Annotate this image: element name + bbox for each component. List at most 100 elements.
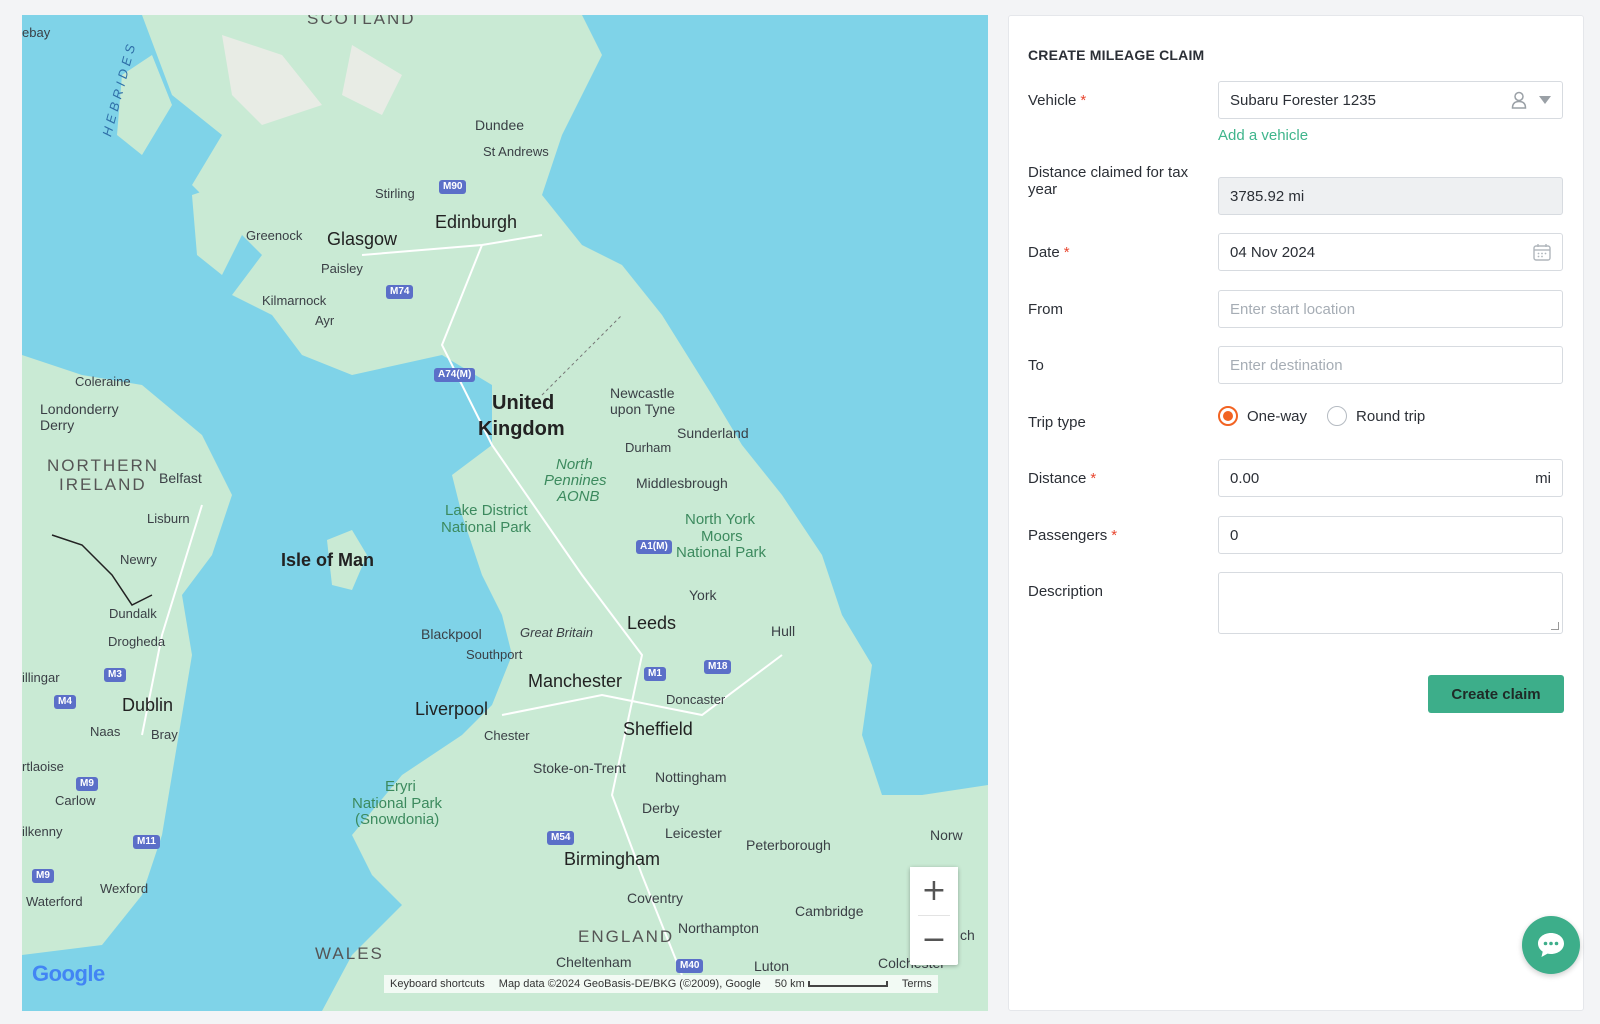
road-shield-a1m: A1(M) xyxy=(636,540,672,554)
map-label-eryri-3: (Snowdonia) xyxy=(355,811,440,828)
passengers-input[interactable]: 0 xyxy=(1218,516,1563,554)
map-label-cambridge: Cambridge xyxy=(795,903,864,919)
map-label-belfast: Belfast xyxy=(159,470,202,486)
map-label-stoke: Stoke-on-Trent xyxy=(533,760,626,776)
distance-label: Distance * xyxy=(1028,470,1208,487)
keyboard-shortcuts-link[interactable]: Keyboard shortcuts xyxy=(390,978,485,990)
passengers-label-text: Passengers xyxy=(1028,527,1108,544)
map-label-derry: Derry xyxy=(40,417,75,433)
road-shield-m1: M1 xyxy=(644,667,666,681)
map-label-eryri-2: National Park xyxy=(352,795,443,812)
map-label-lake-district-1: Lake District xyxy=(445,502,528,519)
to-input[interactable]: Enter destination xyxy=(1218,346,1563,384)
map-label-doncaster: Doncaster xyxy=(666,692,726,707)
map-label-dundalk: Dundalk xyxy=(109,606,157,621)
map-label-kilmarnock: Kilmarnock xyxy=(262,293,327,308)
zoom-in-button[interactable]: + xyxy=(910,867,958,915)
road-shield-m40: M40 xyxy=(676,959,704,973)
radio-selected-icon xyxy=(1218,406,1238,426)
road-shield-m74: M74 xyxy=(386,285,414,299)
map-label-luton: Luton xyxy=(754,958,790,974)
zoom-controls: + − xyxy=(910,867,958,965)
map-label-ireland: IRELAND xyxy=(59,475,147,494)
user-icon xyxy=(1511,91,1527,109)
map-label-ebay: ebay xyxy=(22,25,51,40)
distance-unit: mi xyxy=(1535,469,1551,487)
to-placeholder: Enter destination xyxy=(1230,356,1343,374)
map-label-liverpool: Liverpool xyxy=(415,699,489,719)
chevron-down-icon xyxy=(1539,96,1551,104)
to-label: To xyxy=(1028,357,1044,374)
map-label-eryri-1: Eryri xyxy=(385,778,416,795)
map-label-england: ENGLAND xyxy=(578,927,675,946)
map-label-ayr: Ayr xyxy=(315,313,335,328)
round-trip-label: Round trip xyxy=(1356,407,1426,425)
map-label-manchester: Manchester xyxy=(528,671,623,691)
google-logo-text: Google xyxy=(32,961,105,986)
trip-type-label: Trip type xyxy=(1028,414,1086,431)
map[interactable]: SCOTLAND HEBRIDES ebay Dundee St Andrews… xyxy=(22,15,988,1011)
map-label-north-york-2: Moors xyxy=(701,528,743,545)
map-label-kilkenny: ilkenny xyxy=(22,824,63,839)
map-label-southport: Southport xyxy=(466,647,523,662)
terms-link[interactable]: Terms xyxy=(902,978,932,990)
map-label-sheffield: Sheffield xyxy=(623,719,693,739)
passengers-value: 0 xyxy=(1230,526,1239,544)
passengers-label: Passengers * xyxy=(1028,527,1208,544)
map-scale-label: 50 km xyxy=(774,978,805,990)
resize-handle-icon[interactable] xyxy=(1551,622,1559,630)
map-label-dundee: Dundee xyxy=(475,117,525,133)
distance-label-text: Distance xyxy=(1028,470,1087,487)
vehicle-select[interactable]: Subaru Forester 1235 xyxy=(1218,81,1563,119)
trip-type-radio-group: One-way Round trip xyxy=(1218,406,1445,426)
map-label-northampton: Northampton xyxy=(678,920,759,936)
map-label-north-york-3: National Park xyxy=(676,544,767,561)
map-label-coleraine: Coleraine xyxy=(75,374,131,389)
description-textarea[interactable] xyxy=(1218,572,1563,634)
date-field[interactable]: 04 Nov 2024 xyxy=(1218,233,1563,271)
calendar-icon[interactable] xyxy=(1533,243,1551,261)
required-marker: * xyxy=(1080,92,1087,109)
map-label-hull: Hull xyxy=(771,623,796,639)
map-scale[interactable]: 50 km xyxy=(775,978,888,990)
map-label-upon-tyne: upon Tyne xyxy=(610,401,676,417)
road-shield-m54: M54 xyxy=(547,831,575,845)
map-label-waterford: Waterford xyxy=(26,894,83,909)
trip-type-round-trip[interactable]: Round trip xyxy=(1327,406,1425,426)
map-label-mullingar: illingar xyxy=(22,670,60,685)
map-label-wales: WALES xyxy=(315,944,384,963)
create-claim-button[interactable]: Create claim xyxy=(1428,675,1564,713)
google-logo[interactable]: Google xyxy=(32,961,105,987)
road-shield-m3: M3 xyxy=(104,668,126,682)
add-vehicle-link[interactable]: Add a vehicle xyxy=(1218,127,1308,144)
trip-type-one-way[interactable]: One-way xyxy=(1218,406,1307,426)
zoom-out-button[interactable]: − xyxy=(910,916,958,964)
map-label-blackpool: Blackpool xyxy=(421,626,482,642)
date-label: Date * xyxy=(1028,244,1208,261)
road-shield-m9-a: M9 xyxy=(76,777,98,791)
map-label-leeds: Leeds xyxy=(627,613,677,633)
road-shield-m11: M11 xyxy=(133,835,160,849)
chat-bubble-icon xyxy=(1538,933,1564,957)
chat-button[interactable] xyxy=(1522,916,1580,974)
distance-input[interactable]: 0.00 mi xyxy=(1218,459,1563,497)
panel-title: CREATE MILEAGE CLAIM xyxy=(1028,47,1205,63)
map-label-ch: ch xyxy=(960,927,975,943)
map-label-londonderry: Londonderry xyxy=(40,401,119,417)
distance-tax-value: 3785.92 mi xyxy=(1230,187,1305,205)
map-label-bray: Bray xyxy=(151,727,178,742)
date-value: 04 Nov 2024 xyxy=(1230,243,1316,261)
map-label-cheltenham: Cheltenham xyxy=(556,954,632,970)
vehicle-label: Vehicle * xyxy=(1028,92,1208,109)
map-label-isle-of-man: Isle of Man xyxy=(281,550,375,570)
map-label-paisley: Paisley xyxy=(321,261,363,276)
map-label-scotland: SCOTLAND xyxy=(307,15,416,28)
road-shield-a74m: A74(M) xyxy=(434,368,476,382)
distance-tax-label: Distance claimed for tax year xyxy=(1028,164,1189,198)
map-label-sunderland: Sunderland xyxy=(677,425,749,441)
map-label-northern: NORTHERN xyxy=(47,456,160,475)
from-input[interactable]: Enter start location xyxy=(1218,290,1563,328)
map-label-north-york-1: North York xyxy=(685,511,756,528)
map-label-lake-district-2: National Park xyxy=(441,519,532,536)
one-way-label: One-way xyxy=(1247,407,1308,425)
